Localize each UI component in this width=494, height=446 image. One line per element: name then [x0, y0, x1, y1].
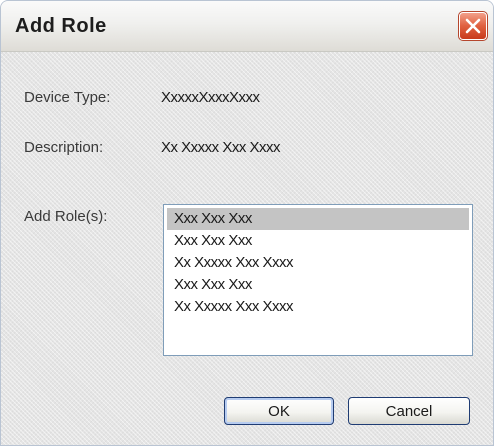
description-value: Xx Xxxxx Xxx Xxxx [161, 139, 281, 156]
dialog-title: Add Role [15, 15, 107, 37]
roles-listbox[interactable]: Xxx Xxx Xxx Xxx Xxx Xxx Xx Xxxxx Xxx Xxx… [163, 204, 473, 356]
close-button[interactable] [458, 11, 488, 41]
role-list-item[interactable]: Xx Xxxxx Xxx Xxxx [167, 296, 469, 318]
close-icon [465, 18, 481, 34]
add-role-dialog: Add Role Device Type: XxxxxXxxxXxxx Desc… [0, 0, 494, 446]
cancel-button[interactable]: Cancel [348, 397, 470, 425]
title-bar[interactable]: Add Role [1, 1, 493, 52]
role-list-item[interactable]: Xx Xxxxx Xxx Xxxx [167, 252, 469, 274]
description-label: Description: [24, 139, 104, 156]
add-roles-label: Add Role(s): [24, 208, 108, 225]
device-type-label: Device Type: [24, 89, 111, 106]
role-list-item[interactable]: Xxx Xxx Xxx [167, 274, 469, 296]
device-type-value: XxxxxXxxxXxxx [161, 89, 260, 106]
role-list-item[interactable]: Xxx Xxx Xxx [167, 230, 469, 252]
ok-button[interactable]: OK [224, 397, 334, 425]
role-list-item[interactable]: Xxx Xxx Xxx [167, 208, 469, 230]
